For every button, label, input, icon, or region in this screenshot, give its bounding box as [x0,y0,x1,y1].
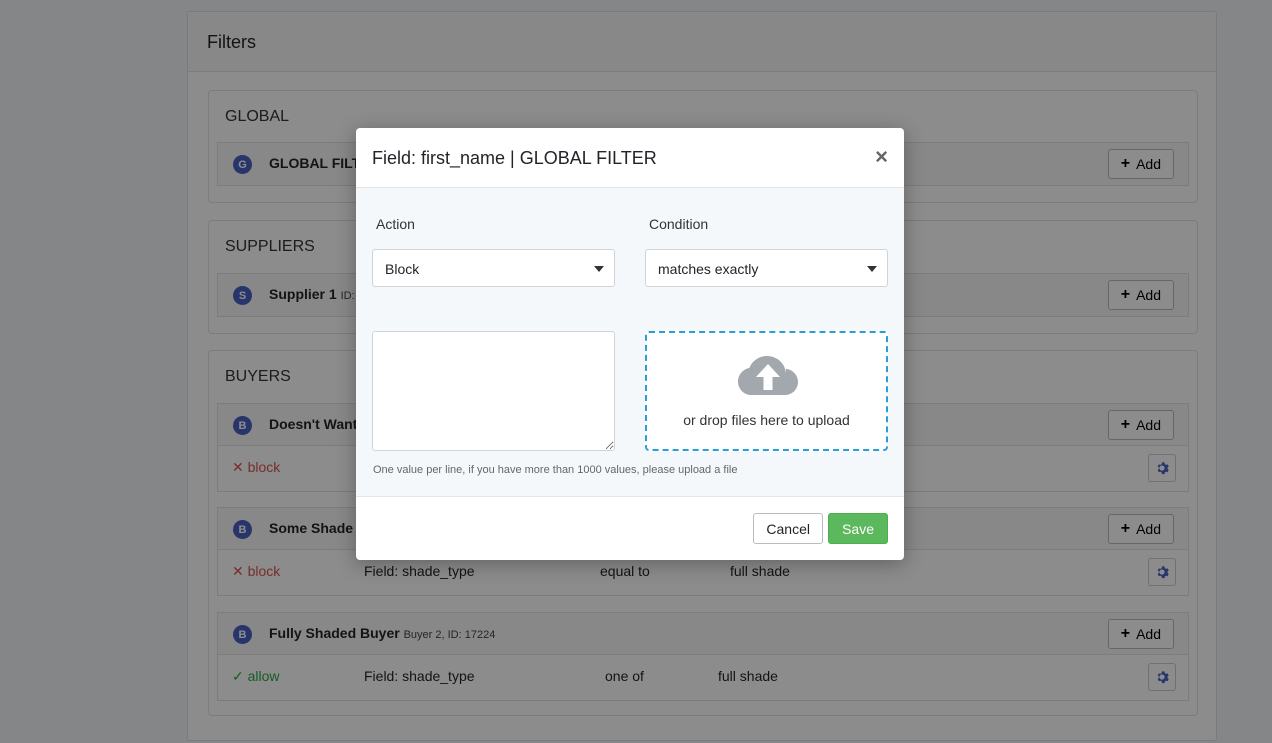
condition-select[interactable]: matches exactly [645,249,888,287]
caret-down-icon [594,266,604,272]
modal-footer: Cancel Save [356,496,904,560]
dropzone-text: or drop files here to upload [683,412,850,428]
condition-label: Condition [649,216,709,232]
cloud-upload-icon [738,356,798,395]
modal-header: Field: first_name | GLOBAL FILTER × [356,128,904,188]
save-button[interactable]: Save [828,513,888,544]
modal-title: Field: first_name | GLOBAL FILTER [372,148,657,168]
caret-down-icon [867,266,877,272]
modal-body: Action Block Condition matches exactly o… [356,188,904,496]
action-label: Action [376,216,415,232]
action-select[interactable]: Block [372,249,615,287]
file-dropzone[interactable]: or drop files here to upload [645,331,888,451]
close-icon[interactable]: × [875,146,888,168]
cancel-button[interactable]: Cancel [753,513,823,544]
filter-modal: Field: first_name | GLOBAL FILTER × Acti… [356,128,904,560]
values-textarea[interactable] [372,331,615,451]
help-text: One value per line, if you have more tha… [373,464,738,476]
